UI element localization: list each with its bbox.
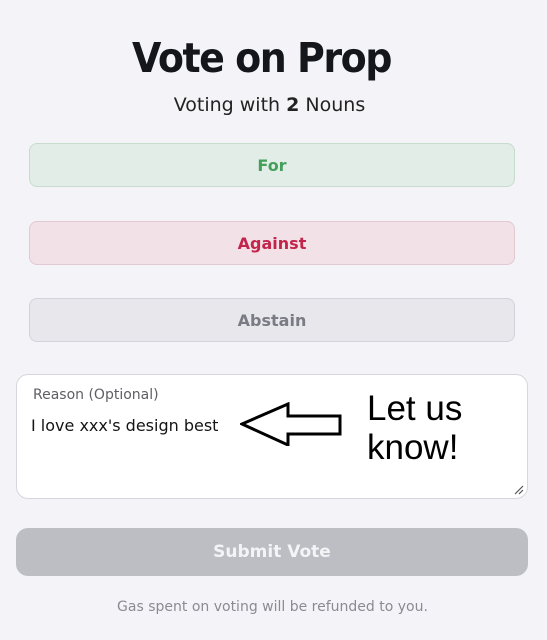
- resize-handle-icon[interactable]: [514, 485, 524, 495]
- reason-textarea[interactable]: Reason (Optional) I love xxx's design be…: [16, 374, 528, 499]
- vote-against-label: Against: [237, 233, 307, 253]
- reason-label: Reason (Optional): [33, 387, 159, 403]
- subtitle-prefix: Voting with: [173, 94, 281, 116]
- submit-vote-label: Submit Vote: [213, 542, 331, 562]
- vote-for-label: For: [257, 155, 287, 175]
- refund-note: Gas spent on voting will be refunded to …: [117, 599, 428, 615]
- reason-input-value[interactable]: I love xxx's design best: [31, 416, 218, 435]
- left-arrow-icon: [240, 402, 342, 446]
- voting-power-text: Voting with 2 Nouns: [0, 94, 545, 116]
- page-title: Vote on Prop: [132, 34, 392, 82]
- subtitle-suffix: Nouns: [305, 94, 366, 116]
- vote-abstain-label: Abstain: [237, 310, 307, 330]
- vote-for-button[interactable]: For: [29, 143, 515, 187]
- vote-count: 2: [286, 94, 300, 116]
- annotation-line-2: know!: [367, 428, 459, 467]
- vote-abstain-button[interactable]: Abstain: [29, 298, 515, 342]
- annotation-text: Let us know!: [367, 389, 507, 467]
- annotation-line-1: Let us: [367, 389, 463, 428]
- vote-against-button[interactable]: Against: [29, 221, 515, 265]
- submit-vote-button[interactable]: Submit Vote: [16, 528, 528, 576]
